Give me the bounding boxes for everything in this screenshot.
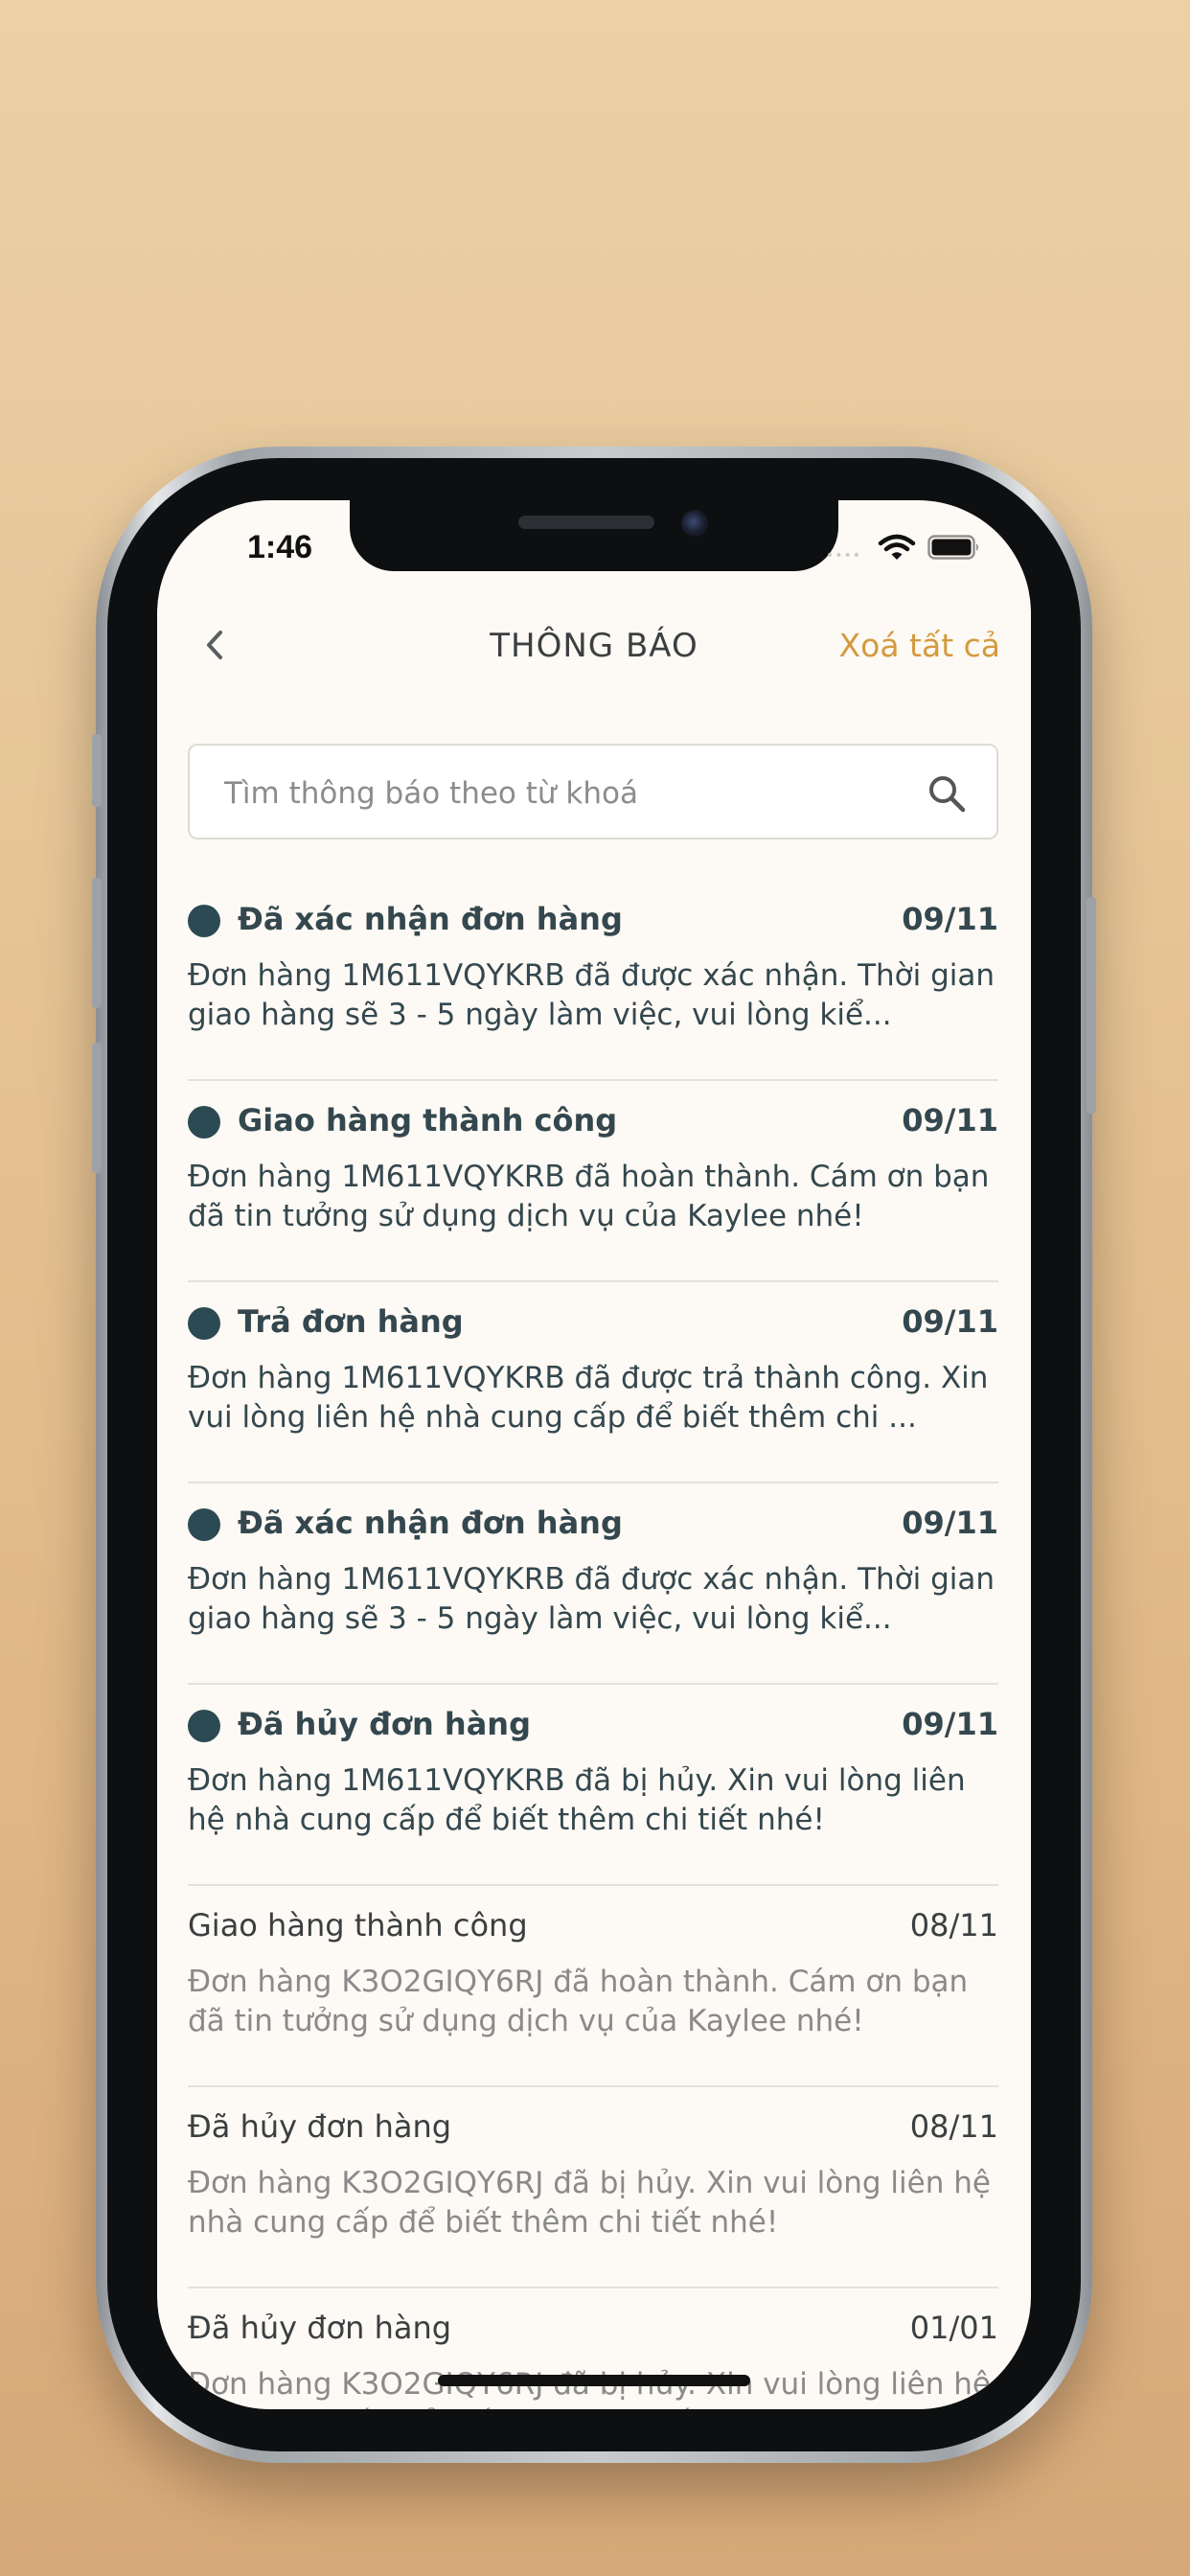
app-screen: 1:46 •••• THÔNG BÁO Xoá tất cả Tìm thông… (157, 500, 1031, 2409)
status-time: 1:46 (247, 529, 313, 565)
notification-title: Giao hàng thành công (238, 1102, 618, 1138)
notification-title: Đã xác nhận đơn hàng (238, 901, 623, 937)
unread-dot-icon (188, 1508, 220, 1541)
notification-body: Đơn hàng K3O2GIQY6RJ đã bị hủy. Xin vui … (188, 2166, 991, 2240)
notification-body: Đơn hàng 1M611VQYKRB đã bị hủy. Xin vui … (188, 1763, 966, 1837)
notification-body: Đơn hàng 1M611VQYKRB đã được trả thành c… (188, 1361, 989, 1435)
notification-title: Đã hủy đơn hàng (188, 2310, 452, 2346)
notification-body: Đơn hàng K3O2GIQY6RJ đã bị hủy. Xin vui … (188, 2367, 991, 2409)
notification-date: 08/11 (909, 2108, 998, 2145)
unread-dot-icon (188, 1710, 220, 1742)
notification-date: 09/11 (902, 1706, 998, 1742)
side-button-power (1087, 897, 1096, 1114)
search-input[interactable] (222, 765, 916, 822)
notification-item[interactable]: Đã xác nhận đơn hàng 09/11 Đơn hàng 1M61… (188, 882, 998, 1081)
notification-title: Đã hủy đơn hàng (238, 1706, 531, 1742)
notification-item[interactable]: Giao hàng thành công 08/11 Đơn hàng K3O2… (188, 1888, 998, 2087)
unread-dot-icon (188, 1307, 220, 1340)
unread-dot-icon (188, 905, 220, 937)
notification-date: 08/11 (909, 1907, 998, 1944)
notification-item[interactable]: Đã hủy đơn hàng 09/11 Đơn hàng 1M611VQYK… (188, 1687, 998, 1886)
signal-strength-icon: •••• (826, 548, 862, 564)
notification-date: 09/11 (902, 1102, 998, 1138)
notification-body: Đơn hàng K3O2GIQY6RJ đã hoàn thành. Cám … (188, 1965, 969, 2038)
notification-date: 09/11 (902, 1303, 998, 1340)
search-icon[interactable] (926, 772, 968, 815)
notification-date: 09/11 (902, 901, 998, 937)
status-bar: 1:46 •••• (157, 500, 1031, 571)
notification-item[interactable]: Giao hàng thành công 09/11 Đơn hàng 1M61… (188, 1083, 998, 1282)
notification-body: Đơn hàng 1M611VQYKRB đã được xác nhận. T… (188, 958, 995, 1032)
unread-dot-icon (188, 1106, 220, 1138)
notification-list: Đã xác nhận đơn hàng 09/11 Đơn hàng 1M61… (188, 882, 998, 2409)
phone-frame: 1:46 •••• THÔNG BÁO Xoá tất cả Tìm thông… (92, 447, 1096, 2463)
notification-title: Trả đơn hàng (238, 1303, 464, 1340)
notification-date: 09/11 (902, 1505, 998, 1541)
notification-date: 01/01 (909, 2310, 998, 2346)
side-button-mute (92, 734, 102, 807)
battery-icon (927, 535, 978, 560)
notification-item[interactable]: Đã xác nhận đơn hàng 09/11 Đơn hàng 1M61… (188, 1485, 998, 1685)
side-button-volume-down (92, 1043, 102, 1173)
notification-body: Đơn hàng 1M611VQYKRB đã được xác nhận. T… (188, 1562, 995, 1636)
wifi-icon (878, 534, 916, 560)
search-box[interactable] (188, 744, 998, 840)
clear-all-button[interactable]: Xoá tất cả (839, 627, 1000, 664)
notification-item[interactable]: Trả đơn hàng 09/11 Đơn hàng 1M611VQYKRB … (188, 1284, 998, 1484)
side-button-volume-up (92, 878, 102, 1008)
notification-item[interactable]: Đã hủy đơn hàng 08/11 Đơn hàng K3O2GIQY6… (188, 2089, 998, 2288)
home-indicator[interactable] (438, 2375, 750, 2386)
notification-item[interactable]: Đã hủy đơn hàng 01/01 Đơn hàng K3O2GIQY6… (188, 2290, 998, 2409)
notification-title: Giao hàng thành công (188, 1907, 528, 1944)
header: THÔNG BÁO Xoá tất cả (157, 606, 1031, 682)
notification-title: Đã xác nhận đơn hàng (238, 1505, 623, 1541)
notification-title: Đã hủy đơn hàng (188, 2108, 452, 2145)
notification-body: Đơn hàng 1M611VQYKRB đã hoàn thành. Cám … (188, 1160, 990, 1233)
